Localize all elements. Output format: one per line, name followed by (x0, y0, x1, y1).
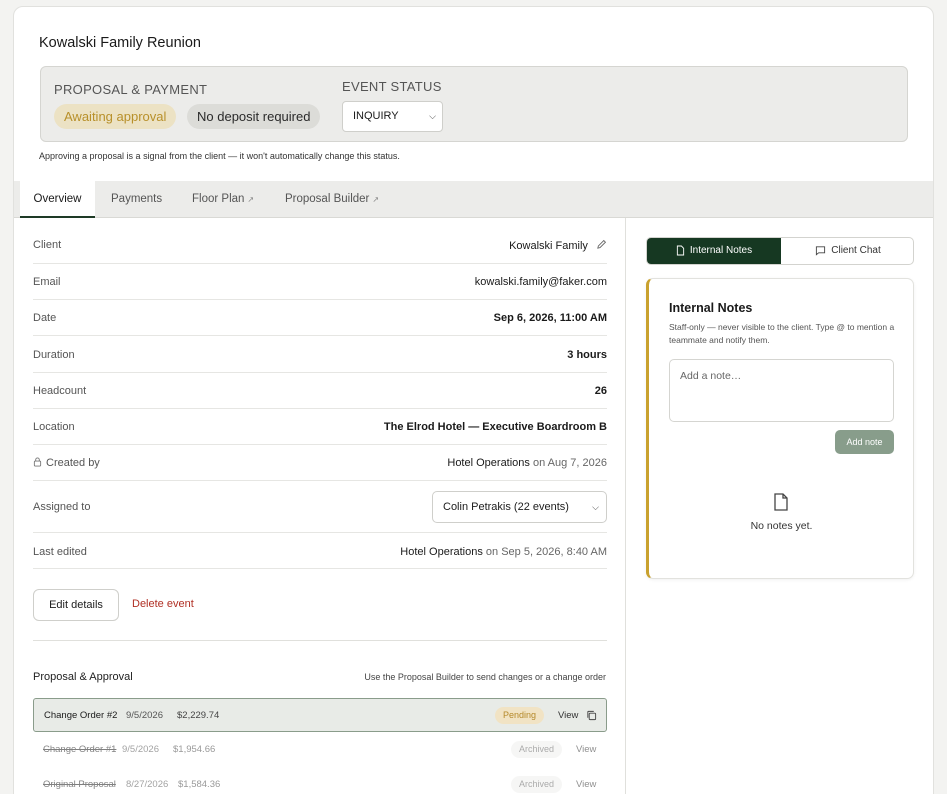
headcount-value: 26 (594, 385, 607, 397)
proposal-amount: $1,954.66 (173, 744, 216, 755)
page-title: Kowalski Family Reunion (39, 35, 201, 51)
document-icon (676, 245, 684, 256)
proposal-amount: $2,229.74 (177, 710, 220, 721)
proposal-date: 9/5/2026 (126, 710, 163, 721)
tab-client-chat-label: Client Chat (831, 245, 881, 256)
tab-internal-notes-label: Internal Notes (689, 245, 753, 256)
chevron-down-icon: ⌵ (429, 111, 436, 121)
chevron-down-icon: ⌵ (592, 502, 599, 512)
assigned-label: Assigned to (33, 501, 91, 513)
edited-on: on Sep 5, 2026, 8:40 AM (485, 546, 607, 558)
internal-notes-panel: Internal Notes Staff-only — never visibl… (646, 278, 914, 579)
delete-event-button[interactable]: Delete event (132, 598, 194, 610)
date-label: Date (33, 312, 57, 324)
external-link-icon: ↗ (247, 195, 255, 204)
lock-icon (33, 457, 42, 467)
detail-row-headcount: Headcount 26 (33, 373, 607, 409)
chat-bubble-icon (816, 246, 826, 256)
created-by: Hotel Operations (447, 457, 530, 469)
status-badge: Pending (495, 707, 545, 724)
detail-row-created: Created by Hotel Operations on Aug 7, 20… (33, 445, 607, 481)
pencil-icon[interactable] (596, 239, 607, 250)
tab-payments[interactable]: Payments (111, 181, 162, 218)
proposal-date: 8/27/2026 (126, 779, 169, 790)
proposal-section-hint: Use the Proposal Builder to send changes… (364, 672, 606, 682)
assigned-value: Colin Petrakis (22 events) (443, 501, 569, 513)
edited-by: Hotel Operations (400, 546, 483, 558)
awaiting-approval-badge: Awaiting approval (54, 104, 177, 129)
notes-title: Internal Notes (669, 301, 753, 315)
proposal-section-title: Proposal & Approval (33, 671, 133, 683)
location-label: Location (33, 421, 75, 433)
tab-internal-notes[interactable]: Internal Notes (647, 238, 781, 264)
location-value: The Elrod Hotel — Executive Boardroom B (383, 421, 607, 433)
detail-row-assigned: Assigned to Colin Petrakis (22 events) ⌵ (33, 481, 607, 533)
proposal-name: Original Proposal (43, 779, 116, 790)
tab-proposal-builder-label: Proposal Builder (285, 193, 370, 205)
note-input[interactable]: Add a note… (669, 359, 894, 422)
detail-row-duration: Duration 3 hours (33, 336, 607, 373)
duration-value: 3 hours (567, 349, 607, 361)
tab-floor-plan-label: Floor Plan (192, 193, 245, 205)
email-label: Email (33, 276, 61, 288)
created-label-wrap: Created by (33, 457, 100, 469)
section-divider (33, 640, 607, 641)
view-link[interactable]: View (558, 710, 578, 721)
proposal-amount: $1,584.36 (178, 779, 221, 790)
proposal-row[interactable]: Original Proposal 8/27/2026 $1,584.36 Ar… (33, 768, 607, 794)
created-value: Hotel Operations on Aug 7, 2026 (447, 457, 607, 469)
date-value: Sep 6, 2026, 11:00 AM (493, 312, 607, 324)
edit-details-button[interactable]: Edit details (33, 589, 119, 621)
proposal-date: 9/5/2026 (122, 744, 159, 755)
headcount-label: Headcount (33, 385, 87, 397)
proposal-row[interactable]: Change Order #2 9/5/2026 $2,229.74 Pendi… (33, 698, 607, 732)
add-note-button[interactable]: Add note (835, 430, 894, 454)
view-link[interactable]: View (576, 779, 596, 790)
column-divider (625, 218, 626, 794)
tab-overview[interactable]: Overview (20, 181, 95, 218)
client-name: Kowalski Family (509, 240, 588, 252)
tab-bar: Overview Payments Floor Plan ↗ Proposal B… (14, 181, 933, 218)
duration-label: Duration (33, 349, 75, 361)
no-deposit-badge: No deposit required (187, 104, 321, 129)
detail-row-client: Client Kowalski Family (33, 228, 607, 264)
detail-row-email: Email kowalski.family@faker.com (33, 264, 607, 300)
proposal-name: Change Order #1 (43, 744, 117, 755)
status-panel: PROPOSAL & PAYMENT Awaiting approval No … (40, 66, 908, 142)
client-value: Kowalski Family (509, 239, 607, 252)
detail-row-date: Date Sep 6, 2026, 11:00 AM (33, 300, 607, 336)
assigned-select[interactable]: Colin Petrakis (22 events) ⌵ (432, 491, 607, 523)
external-link-icon: ↗ (372, 195, 380, 204)
notes-empty-state: No notes yet. (750, 520, 813, 532)
event-status-select[interactable]: INQUIRY ⌵ (342, 101, 443, 132)
proposal-payment-label: PROPOSAL & PAYMENT (54, 82, 208, 97)
proposal-name: Change Order #2 (44, 710, 118, 721)
detail-row-edited: Last edited Hotel Operations on Sep 5, 2… (33, 533, 607, 569)
created-on: on Aug 7, 2026 (532, 457, 607, 469)
event-status-value: INQUIRY (353, 110, 399, 122)
document-icon (774, 493, 788, 511)
status-badge: Archived (511, 776, 563, 793)
notes-description: Staff-only — never visible to the client… (669, 322, 895, 345)
detail-row-location: Location The Elrod Hotel — Executive Boa… (33, 409, 607, 445)
created-label: Created by (46, 457, 100, 469)
proposal-row[interactable]: Change Order #1 9/5/2026 $1,954.66 Archi… (33, 733, 607, 767)
status-hint: Approving a proposal is a signal from th… (39, 151, 400, 161)
edited-label: Last edited (33, 546, 87, 558)
email-value: kowalski.family@faker.com (474, 276, 607, 288)
tab-client-chat[interactable]: Client Chat (781, 238, 913, 264)
tab-proposal-builder[interactable]: Proposal Builder ↗ (285, 181, 379, 218)
client-label: Client (33, 239, 62, 251)
copy-icon[interactable] (586, 710, 597, 721)
view-link[interactable]: View (576, 744, 596, 755)
event-status-label: EVENT STATUS (342, 79, 442, 94)
tab-floor-plan[interactable]: Floor Plan ↗ (192, 181, 254, 218)
side-panel-toggle: Internal Notes Client Chat (646, 237, 914, 265)
event-card: Kowalski Family Reunion PROPOSAL & PAYME… (13, 6, 934, 794)
edited-value: Hotel Operations on Sep 5, 2026, 8:40 AM (400, 546, 607, 558)
status-badge: Archived (511, 741, 563, 758)
